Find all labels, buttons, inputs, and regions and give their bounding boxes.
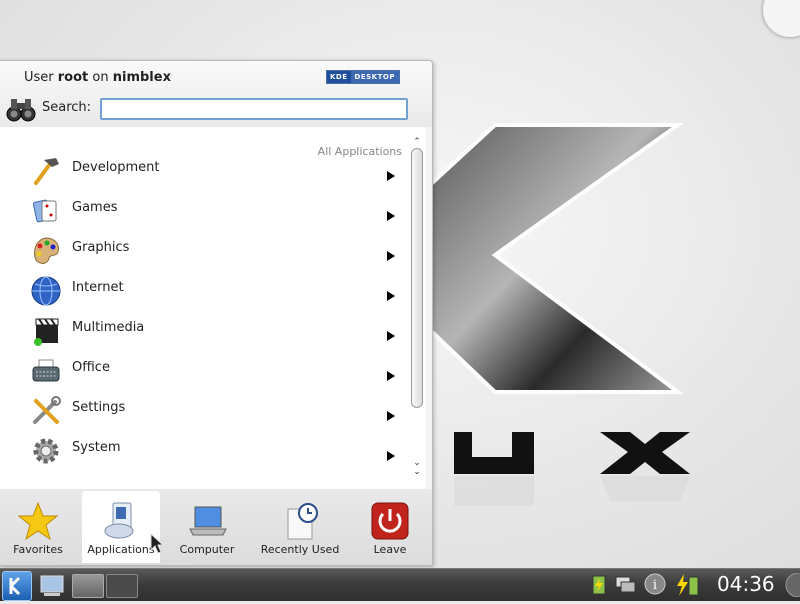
badge-right: DESKTOP — [350, 71, 399, 83]
tab-label: Favorites — [13, 543, 63, 556]
svg-text:i: i — [653, 578, 657, 593]
category-multimedia[interactable]: Multimedia — [0, 311, 408, 351]
scroll-thumb[interactable] — [411, 148, 423, 408]
clock-document-icon — [287, 503, 318, 540]
user-prefix: User — [24, 70, 58, 85]
power-icon — [371, 502, 409, 540]
gear-icon — [33, 438, 59, 464]
monitor-icon — [40, 575, 64, 596]
category-label: Multimedia — [72, 320, 145, 335]
category-label: Settings — [72, 400, 126, 415]
pager-desktop-2[interactable] — [106, 574, 138, 598]
category-label: Internet — [72, 280, 124, 295]
category-office[interactable]: Office — [0, 351, 408, 391]
paint-palette-icon — [33, 237, 59, 264]
scroll-down-arrow-icon[interactable]: ⌄ ⌄ — [410, 459, 424, 479]
application-list: All Applications Development Games Graph… — [0, 127, 426, 489]
info-icon[interactable]: i — [644, 573, 666, 595]
category-label: Office — [72, 360, 110, 375]
submenu-arrow-icon — [387, 331, 395, 341]
tab-label: Applications — [87, 543, 155, 556]
username: root — [57, 70, 89, 85]
search-input[interactable] — [100, 98, 408, 120]
tab-recently-used[interactable]: Recently Used — [256, 491, 344, 563]
network-icon[interactable] — [614, 573, 636, 595]
launcher-tab-bar: Favorites Applications Computer Recently… — [0, 489, 432, 565]
category-system[interactable]: System — [0, 431, 408, 471]
category-label: Games — [72, 200, 118, 215]
tools-icon — [33, 396, 61, 424]
application-list-scrollbar[interactable]: ⌃ ⌄ ⌄ — [410, 137, 424, 481]
badge-left: KDE — [327, 71, 351, 83]
kde-menu-button[interactable] — [2, 571, 32, 601]
mouse-cursor-icon — [150, 533, 164, 554]
category-label: Development — [72, 160, 160, 175]
submenu-arrow-icon — [387, 291, 395, 301]
on-text: on — [88, 70, 113, 85]
kde-logo-icon — [9, 576, 21, 596]
category-settings[interactable]: Settings — [0, 391, 408, 431]
search-label: Search: — [42, 100, 92, 115]
applications-icon — [104, 502, 134, 539]
panel-toolbox-icon[interactable] — [780, 573, 800, 597]
clock[interactable]: 04:36 — [717, 572, 775, 596]
playing-cards-icon — [32, 199, 57, 223]
category-label: Graphics — [72, 240, 130, 255]
submenu-arrow-icon — [387, 171, 395, 181]
tab-label: Computer — [179, 543, 235, 556]
submenu-arrow-icon — [387, 451, 395, 461]
category-internet[interactable]: Internet — [0, 271, 408, 311]
tab-leave[interactable]: Leave — [362, 491, 418, 563]
submenu-arrow-icon — [387, 411, 395, 421]
hostname: nimblex — [112, 70, 171, 85]
pager-desktop-1[interactable] — [72, 574, 104, 598]
user-info: User root on nimblex — [24, 70, 171, 85]
category-graphics[interactable]: Graphics — [0, 231, 408, 271]
category-development[interactable]: Development — [0, 151, 408, 191]
tab-label: Leave — [373, 543, 407, 556]
power-manager-icon[interactable] — [674, 573, 700, 597]
laptop-icon — [189, 506, 227, 536]
tab-applications[interactable]: Applications — [82, 491, 160, 563]
submenu-arrow-icon — [387, 371, 395, 381]
category-label: System — [72, 440, 121, 455]
bottom-panel: i 04:36 — [0, 568, 800, 601]
category-games[interactable]: Games — [0, 191, 408, 231]
launcher-header: User root on nimblex KDE DESKTOP Search: — [0, 61, 432, 127]
system-tray: i — [588, 572, 708, 598]
battery-charging-icon[interactable] — [588, 573, 610, 595]
hammer-icon — [34, 158, 59, 185]
device-notifier-button[interactable] — [38, 571, 66, 599]
binoculars-icon — [6, 99, 36, 122]
star-icon — [18, 501, 58, 541]
kickoff-launcher: User root on nimblex KDE DESKTOP Search:… — [0, 60, 433, 566]
submenu-arrow-icon — [387, 251, 395, 261]
typewriter-icon — [32, 359, 60, 382]
tab-favorites[interactable]: Favorites — [6, 491, 70, 563]
scroll-up-arrow-icon[interactable]: ⌃ — [410, 137, 424, 147]
clapperboard-icon — [34, 318, 59, 346]
globe-icon — [31, 276, 61, 306]
tab-computer[interactable]: Computer — [176, 491, 238, 563]
kde-desktop-badge: KDE DESKTOP — [326, 70, 400, 84]
submenu-arrow-icon — [387, 211, 395, 221]
tab-label: Recently Used — [260, 543, 340, 556]
